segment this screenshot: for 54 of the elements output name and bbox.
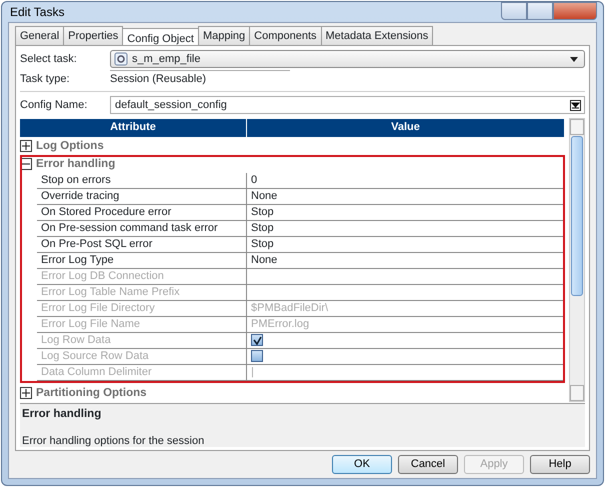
collapse-icon[interactable] bbox=[20, 158, 32, 170]
column-header: Value bbox=[247, 119, 565, 137]
attribute-cell: Error Log Type bbox=[37, 253, 247, 268]
tab[interactable]: Metadata Extensions bbox=[320, 26, 434, 45]
expand-icon[interactable] bbox=[20, 387, 32, 399]
dialog-button[interactable]: Cancel bbox=[398, 455, 458, 474]
value-cell: $PMBadFileDir\ bbox=[247, 301, 565, 316]
dialog-button[interactable]: OK bbox=[332, 455, 392, 474]
attribute-cell: Log Row Data bbox=[37, 333, 247, 348]
value-cell[interactable]: 0 bbox=[247, 173, 565, 188]
group-title[interactable]: Partitioning Options bbox=[36, 386, 147, 400]
attribute-cell: On Pre-Post SQL error bbox=[37, 237, 247, 252]
tab[interactable]: Components bbox=[249, 26, 322, 45]
window-title: Edit Tasks bbox=[10, 4, 64, 21]
group-title[interactable]: Log Options bbox=[36, 140, 104, 152]
dialog-button[interactable]: Help bbox=[530, 455, 590, 474]
tab[interactable]: General bbox=[15, 26, 64, 45]
tab[interactable]: Properties bbox=[63, 26, 124, 45]
attribute-cell: Error Log File Name bbox=[37, 317, 247, 332]
attribute-cell: Error Log DB Connection bbox=[37, 269, 247, 284]
attribute-cell: Log Source Row Data bbox=[37, 349, 247, 364]
attribute-cell: Stop on errors bbox=[37, 173, 247, 188]
maximize-button[interactable] bbox=[527, 2, 553, 20]
field-label: Select task: bbox=[20, 52, 78, 67]
description-text: Error handling options for the session bbox=[22, 434, 206, 450]
attribute-cell: Data Column Delimiter bbox=[37, 365, 247, 380]
browse-icon[interactable] bbox=[570, 100, 581, 110]
dropdown-arrow-icon bbox=[570, 56, 578, 62]
expand-icon[interactable] bbox=[20, 140, 32, 152]
value-cell[interactable]: None bbox=[247, 253, 565, 268]
task-type-value: Session (Reusable) bbox=[110, 70, 290, 88]
tab[interactable]: Config Object bbox=[122, 28, 199, 45]
attribute-cell: On Stored Procedure error bbox=[37, 205, 247, 220]
config-name-field[interactable]: default_session_config bbox=[110, 96, 585, 114]
value-cell[interactable]: Stop bbox=[247, 237, 565, 252]
attribute-cell: On Pre-session command task error bbox=[37, 221, 247, 236]
value-cell[interactable]: Stop bbox=[247, 205, 565, 220]
tab[interactable]: Mapping bbox=[198, 26, 250, 45]
attribute-cell: Override tracing bbox=[37, 189, 247, 204]
description-title: Error handling bbox=[22, 407, 102, 422]
group-title[interactable]: Error handling bbox=[36, 158, 116, 170]
value-cell: PMError.log bbox=[247, 317, 565, 332]
session-icon bbox=[114, 52, 128, 66]
minimize-button[interactable] bbox=[501, 2, 527, 20]
field-label: Task type: bbox=[20, 72, 71, 87]
task-dropdown[interactable]: s_m_emp_file bbox=[110, 50, 585, 68]
attribute-cell: Error Log File Directory bbox=[37, 301, 247, 316]
attribute-cell: Error Log Table Name Prefix bbox=[37, 285, 247, 300]
column-header: Attribute bbox=[20, 119, 247, 137]
value-cell[interactable]: Stop bbox=[247, 221, 565, 236]
scrollbar[interactable] bbox=[569, 118, 585, 402]
field-label: Config Name: bbox=[20, 98, 88, 113]
value-cell[interactable]: None bbox=[247, 189, 565, 204]
value-cell: | bbox=[247, 365, 565, 380]
